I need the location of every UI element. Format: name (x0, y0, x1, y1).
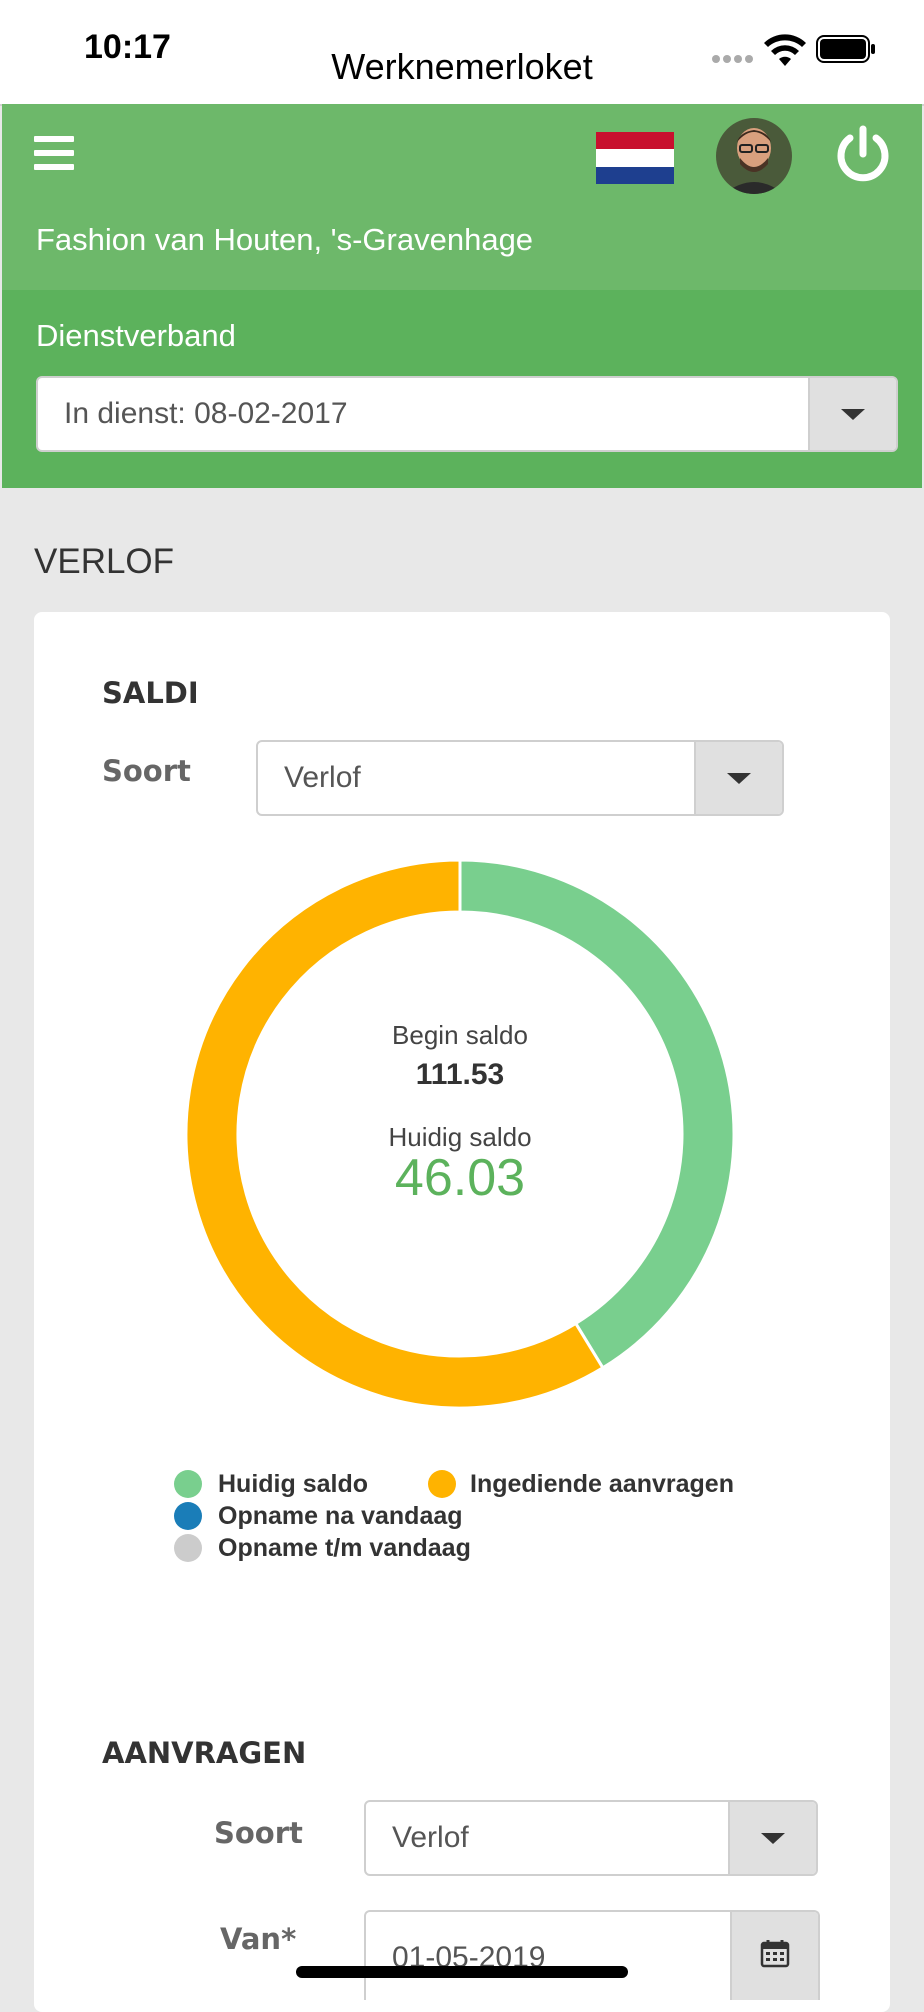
saldi-type-toggle[interactable] (694, 742, 782, 814)
company-name: Fashion van Houten, 's-Gravenhage (36, 222, 534, 257)
power-icon[interactable] (834, 124, 892, 186)
dutch-flag-icon[interactable] (596, 132, 674, 184)
legend-label-submitted: Ingediende aanvragen (470, 1470, 734, 1498)
employment-label: Dienstverband (36, 318, 236, 353)
legend-label-after-today: Opname na vandaag (218, 1502, 463, 1530)
employment-select-toggle[interactable] (808, 378, 896, 450)
legend-dot-until-today (174, 1534, 202, 1562)
wifi-icon (764, 34, 806, 66)
legend-label-until-today: Opname t/m vandaag (218, 1534, 471, 1562)
hamburger-menu-icon[interactable] (34, 136, 74, 172)
aanvragen-type-label: Soort (214, 1816, 303, 1850)
app-header: Fashion van Houten, 's-Gravenhage Dienst… (2, 104, 922, 488)
from-date-field[interactable]: 01-05-2019 (364, 1910, 820, 2000)
aanvragen-type-value: Verlof (392, 1821, 469, 1854)
calendar-button[interactable] (730, 1912, 818, 2000)
saldi-heading: SALDI (102, 676, 199, 710)
legend-label-current-balance: Huidig saldo (218, 1470, 368, 1498)
saldi-type-value: Verlof (284, 761, 361, 794)
employment-select[interactable]: In dienst: 08-02-2017 (36, 376, 898, 452)
donut-slice-0[interactable] (458, 858, 736, 1370)
aanvragen-heading: AANVRAGEN (102, 1736, 307, 1770)
begin-balance-label: Begin saldo (392, 1020, 528, 1050)
saldi-type-select[interactable]: Verlof (256, 740, 784, 816)
legend-dot-submitted (428, 1470, 456, 1498)
current-balance-value: 46.03 (394, 1149, 526, 1207)
employment-select-value: In dienst: 08-02-2017 (64, 397, 348, 430)
chevron-down-icon (761, 1833, 785, 1844)
aanvragen-type-toggle[interactable] (728, 1802, 816, 1874)
home-indicator (296, 1966, 628, 1978)
chevron-down-icon (727, 773, 751, 784)
page-section-title: VERLOF (34, 542, 175, 581)
begin-balance-value: 111.53 (415, 1058, 505, 1091)
battery-icon (816, 35, 875, 63)
calendar-icon (760, 1940, 790, 1968)
saldi-type-label: Soort (102, 754, 191, 788)
chevron-down-icon (841, 409, 865, 420)
status-bar: 10:17 Werknemerloket (0, 0, 924, 106)
aanvragen-type-select[interactable]: Verlof (364, 1800, 818, 1876)
cellular-signal-icon (712, 48, 756, 63)
legend-dot-after-today (174, 1502, 202, 1530)
legend-dot-current-balance (174, 1470, 202, 1498)
user-avatar[interactable] (716, 118, 792, 194)
from-date-label: Van* (220, 1922, 297, 1956)
